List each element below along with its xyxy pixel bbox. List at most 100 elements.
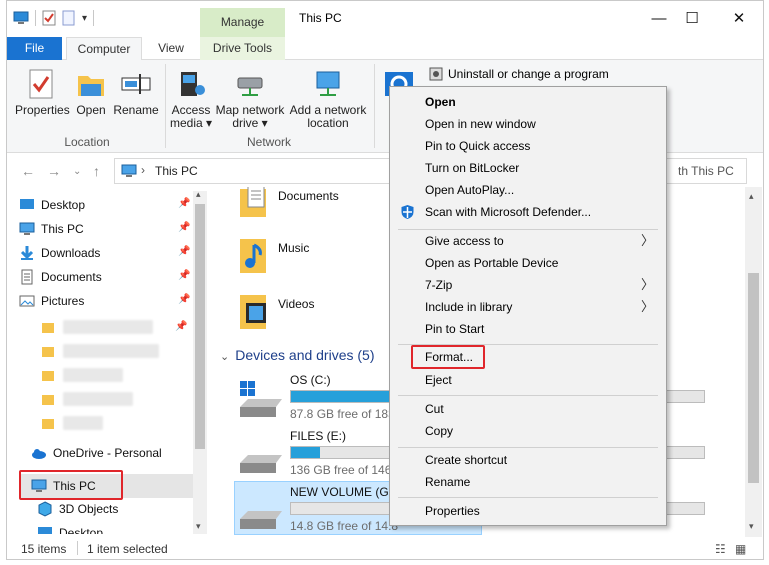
map-network-drive-button[interactable]: Map network drive ▾ (213, 68, 287, 130)
menu-item-give-access[interactable]: Give access to 〉 (390, 230, 666, 252)
blurred-folder-item[interactable]: 📌 (41, 317, 191, 337)
computer-icon[interactable] (13, 10, 29, 26)
manage-contextual-tab[interactable]: Manage (200, 8, 285, 37)
blurred-label (63, 416, 103, 430)
blurred-folder-item[interactable] (41, 413, 191, 433)
blurred-folder-item[interactable] (41, 365, 191, 385)
menu-item-open[interactable]: Open (390, 91, 666, 113)
menu-item-7zip[interactable]: 7-Zip 〉 (390, 274, 666, 296)
nav-item-pictures[interactable]: Pictures 📌 (19, 290, 194, 312)
nav-item-label: Desktop (41, 198, 86, 212)
nav-item-label: OneDrive - Personal (53, 446, 162, 460)
qat-dropdown-icon[interactable]: ▾ (82, 13, 87, 24)
add-network-location-button[interactable]: Add a network location (287, 68, 369, 130)
nav-scroll-thumb[interactable] (195, 204, 205, 449)
collapse-chevron-icon[interactable]: ⌄ (220, 351, 229, 363)
up-arrow-icon[interactable]: ↑ (93, 163, 100, 179)
menu-item-open-new-window[interactable]: Open in new window (390, 113, 666, 135)
tab-computer[interactable]: Computer (66, 37, 142, 61)
nav-scrollbar[interactable]: ▴ ▾ (193, 191, 207, 534)
content-scrollbar[interactable]: ▴ ▾ (745, 187, 762, 537)
scroll-up-icon[interactable]: ▴ (749, 191, 754, 202)
tab-view[interactable]: View (147, 37, 195, 60)
menu-item-create-shortcut[interactable]: Create shortcut (390, 449, 666, 471)
menu-item-bitlocker[interactable]: Turn on BitLocker (390, 157, 666, 179)
maximize-button[interactable]: ☐ (677, 9, 707, 29)
new-folder-icon[interactable] (62, 10, 76, 26)
rename-button[interactable]: Rename (113, 68, 159, 117)
pin-icon[interactable]: 📌 (178, 246, 190, 258)
folder-music[interactable]: Music (236, 235, 309, 275)
details-view-icon[interactable]: ☷ (715, 542, 726, 556)
status-bar: 15 items 1 item selected ☷ ▦ (7, 538, 763, 559)
properties-check-icon[interactable] (42, 10, 56, 26)
pin-icon[interactable]: 📌 (178, 222, 190, 234)
menu-item-pin-start[interactable]: Pin to Start (390, 318, 666, 340)
back-arrow-icon[interactable]: ← (21, 163, 35, 179)
properties-button[interactable]: Properties (15, 68, 70, 117)
nav-item-onedrive[interactable]: OneDrive - Personal (31, 442, 206, 464)
nav-item-documents[interactable]: Documents 📌 (19, 266, 194, 288)
large-icons-view-icon[interactable]: ▦ (735, 542, 746, 556)
devices-drives-header[interactable]: ⌄ Devices and drives (5) (220, 347, 375, 363)
menu-item-rename[interactable]: Rename (390, 471, 666, 493)
pin-icon[interactable]: 📌 (175, 321, 187, 333)
scroll-down-icon[interactable]: ▾ (749, 521, 754, 532)
forward-arrow-icon[interactable]: → (47, 163, 61, 179)
menu-item-scan-defender[interactable]: Scan with Microsoft Defender... (390, 201, 666, 223)
tab-file[interactable]: File (7, 37, 62, 60)
document-icon (21, 269, 33, 285)
menu-item-properties[interactable]: Properties (390, 500, 666, 522)
nav-item-desktop-2[interactable]: Desktop (37, 522, 209, 534)
minimize-button[interactable]: — (644, 9, 674, 29)
menu-item-eject[interactable]: Eject (390, 369, 666, 391)
download-arrow-icon (20, 246, 34, 260)
drive-name: FILES (E:) (290, 429, 347, 443)
scroll-up-icon[interactable]: ▴ (196, 191, 201, 200)
access-media-button[interactable]: Access media ▾ (169, 68, 213, 130)
nav-item-this-pc-quick[interactable]: This PC 📌 (19, 218, 194, 240)
pin-icon[interactable]: 📌 (178, 294, 190, 306)
cube-icon (38, 501, 52, 517)
menu-item-portable-device[interactable]: Open as Portable Device (390, 252, 666, 274)
nav-item-label: This PC (41, 222, 84, 236)
search-box[interactable]: th This PC (653, 158, 747, 184)
menu-item-cut[interactable]: Cut (390, 398, 666, 420)
pin-icon[interactable]: 📌 (178, 198, 190, 210)
this-pc-small-icon (121, 164, 137, 177)
add-location-label-2: location (307, 116, 349, 130)
blurred-label (63, 344, 159, 358)
blurred-folder-item[interactable] (41, 341, 191, 361)
nav-item-downloads[interactable]: Downloads 📌 (19, 242, 194, 264)
search-placeholder: th This PC (678, 164, 734, 178)
folder-documents[interactable]: Documents (236, 187, 339, 219)
folder-label: Music (278, 241, 310, 255)
menu-item-copy[interactable]: Copy (390, 420, 666, 442)
close-button[interactable]: ✕ (724, 9, 754, 29)
add-location-label-1: Add a network (289, 103, 367, 117)
drive-free-space: 136 GB free of 146 G (290, 463, 405, 477)
pin-icon[interactable]: 📌 (178, 270, 190, 282)
folder-label: Videos (278, 297, 315, 311)
scroll-down-icon[interactable]: ▾ (196, 521, 201, 532)
nav-item-3d-objects[interactable]: 3D Objects (37, 498, 209, 520)
uninstall-program-button[interactable]: Uninstall or change a program (429, 67, 609, 81)
menu-item-autoplay[interactable]: Open AutoPlay... (390, 179, 666, 201)
rename-icon (121, 74, 151, 94)
breadcrumb-chevron-icon[interactable]: › (141, 163, 145, 177)
this-pc-icon (19, 222, 35, 235)
context-menu: Open Open in new window Pin to Quick acc… (389, 86, 667, 526)
content-scroll-thumb[interactable] (748, 273, 759, 483)
blurred-folder-item[interactable] (41, 389, 191, 409)
recent-chevron-icon[interactable]: ⌄ (73, 166, 81, 177)
menu-item-include-library[interactable]: Include in library 〉 (390, 296, 666, 318)
map-drive-label-2: drive (232, 116, 259, 130)
ribbon-group-separator (374, 64, 375, 148)
menu-item-pin-quick-access[interactable]: Pin to Quick access (390, 135, 666, 157)
nav-item-desktop[interactable]: Desktop 📌 (19, 194, 194, 216)
blurred-label (63, 392, 133, 406)
defender-shield-icon (401, 205, 414, 219)
open-button[interactable]: Open (73, 68, 109, 117)
menu-separator (398, 395, 658, 396)
folder-videos[interactable]: Videos (236, 291, 314, 331)
